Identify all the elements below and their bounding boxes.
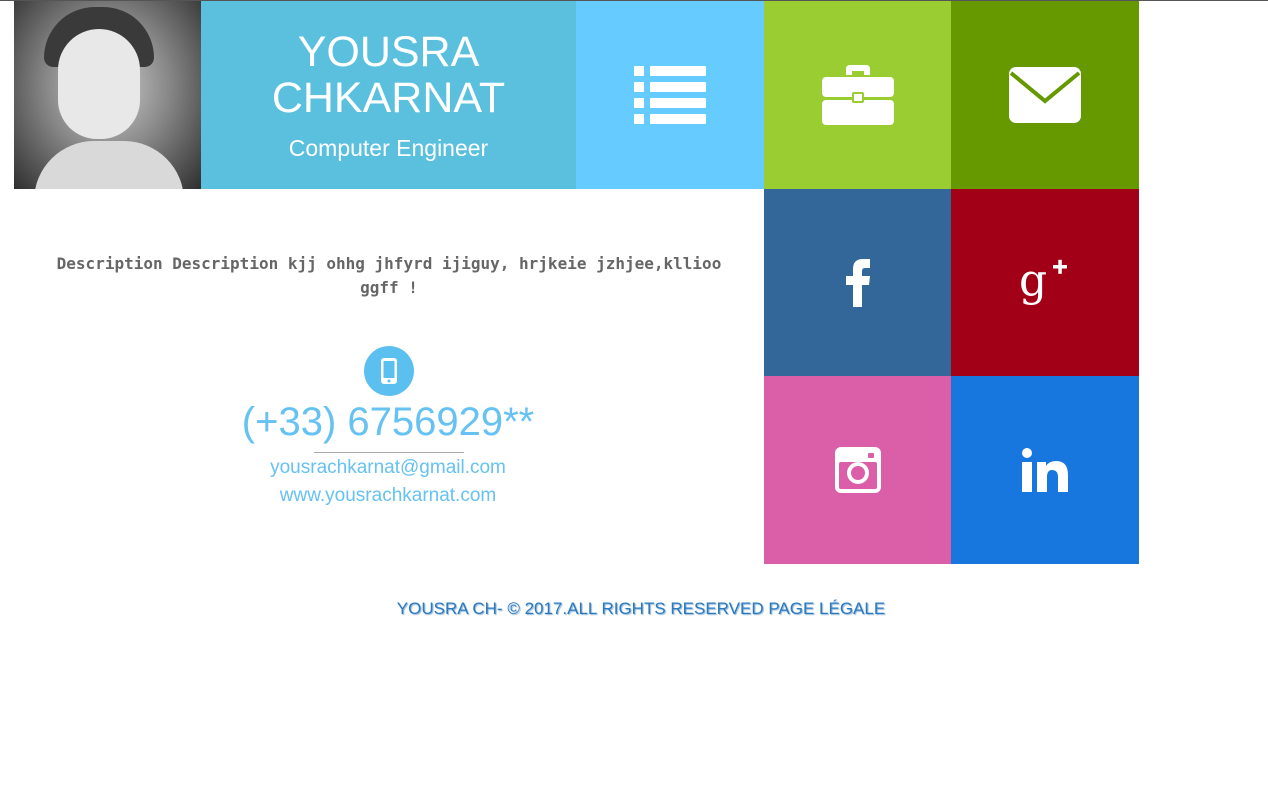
- job-title: Computer Engineer: [288, 135, 489, 161]
- tile-linkedin[interactable]: [951, 376, 1139, 564]
- website-link[interactable]: www.yousrachkarnat.com: [88, 485, 688, 507]
- instagram-icon: [834, 447, 881, 493]
- contact-divider: [314, 452, 464, 453]
- list-icon: [634, 66, 706, 124]
- svg-text:g: g: [1019, 257, 1047, 306]
- tile-facebook[interactable]: [764, 189, 951, 376]
- phone-badge: [364, 346, 414, 396]
- mobile-phone-icon: [381, 358, 397, 384]
- tile-contact[interactable]: [951, 1, 1139, 189]
- footer-copyright: YOUSRA CH- © 2017.ALL RIGHTS RESERVED PA…: [396, 599, 886, 618]
- envelope-icon: [1009, 67, 1081, 123]
- name-header: YOUSRA CHKARNAT Computer Engineer: [201, 1, 576, 189]
- person-name: YOUSRA CHKARNAT: [271, 28, 506, 122]
- tile-list[interactable]: [576, 1, 764, 189]
- tile-portfolio[interactable]: [764, 1, 951, 189]
- facebook-icon: [845, 258, 870, 307]
- profile-photo: [14, 1, 201, 189]
- google-plus-icon: g: [1019, 257, 1067, 306]
- email-link[interactable]: yousrachkarnat@gmail.com: [88, 457, 688, 479]
- tile-instagram[interactable]: [764, 376, 951, 564]
- linkedin-icon: [1022, 448, 1068, 492]
- profile-description: Description Description kjj ohhg jhfyrd …: [56, 254, 722, 297]
- tile-google-plus[interactable]: g: [951, 189, 1139, 376]
- briefcase-icon: [821, 65, 894, 125]
- phone-number: (+33) 6756929**: [241, 400, 535, 444]
